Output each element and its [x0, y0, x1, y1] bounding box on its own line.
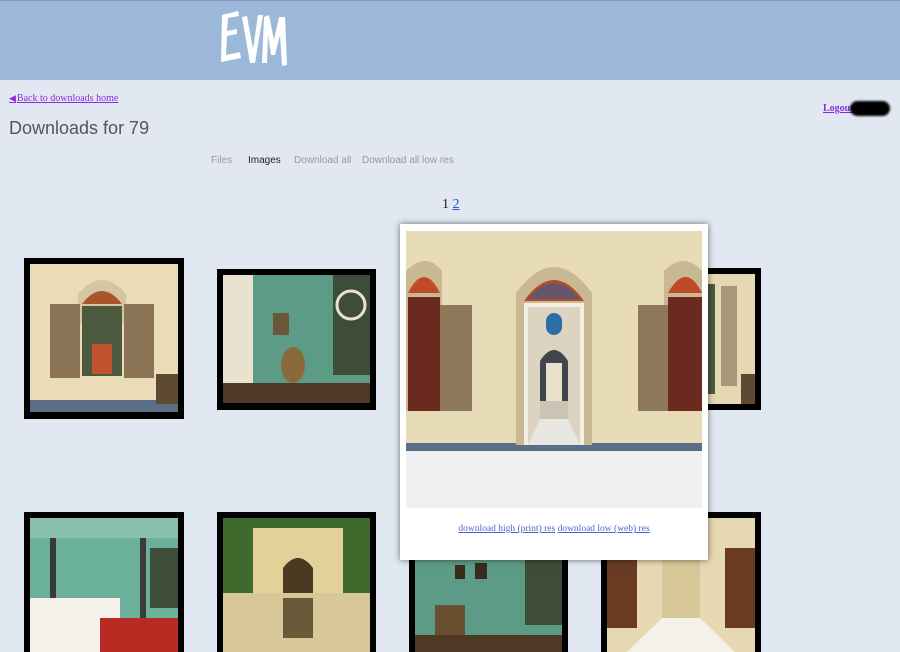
image-thumbnail-5[interactable] — [217, 512, 376, 652]
tab-download-all[interactable]: Download all — [294, 155, 351, 166]
tab-download-all-low-res[interactable]: Download all low res — [362, 155, 454, 166]
download-low-res-link[interactable]: download low (web) res — [558, 524, 650, 534]
thumbnail-image — [223, 518, 370, 652]
page-current: 1 — [442, 197, 449, 212]
tab-images[interactable]: Images — [248, 155, 281, 166]
preview-image — [406, 231, 702, 508]
back-arrow-icon: ◀ — [9, 93, 16, 103]
image-thumbnail-2[interactable] — [217, 269, 376, 410]
image-thumbnail-4[interactable] — [24, 512, 184, 652]
page-link-2[interactable]: 2 — [453, 197, 460, 212]
thumbnail-image — [30, 264, 178, 412]
download-high-res-link[interactable]: download high (print) res — [458, 524, 555, 534]
logout-link[interactable]: Logout — [823, 103, 854, 114]
thumbnail-image — [30, 518, 178, 652]
evm-logo[interactable] — [218, 5, 290, 71]
redacted-username — [850, 101, 890, 116]
pagination: 1 2 — [442, 197, 460, 213]
image-preview-popup: download high (print) res download low (… — [400, 224, 708, 560]
header-banner — [0, 0, 900, 80]
thumbnail-image — [415, 555, 562, 652]
image-thumbnail-6[interactable] — [409, 555, 568, 652]
image-thumbnail-3[interactable] — [701, 268, 761, 410]
back-link-label: Back to downloads home — [16, 93, 119, 104]
thumbnail-image — [223, 275, 370, 403]
tab-files[interactable]: Files — [211, 155, 232, 166]
page-title: Downloads for 79 — [9, 118, 150, 138]
popup-download-links: download high (print) res download low (… — [400, 524, 708, 534]
back-to-downloads-link[interactable]: ◀ Back to downloads home — [9, 93, 118, 104]
image-thumbnail-1[interactable] — [24, 258, 184, 419]
thumbnail-image — [701, 274, 755, 404]
